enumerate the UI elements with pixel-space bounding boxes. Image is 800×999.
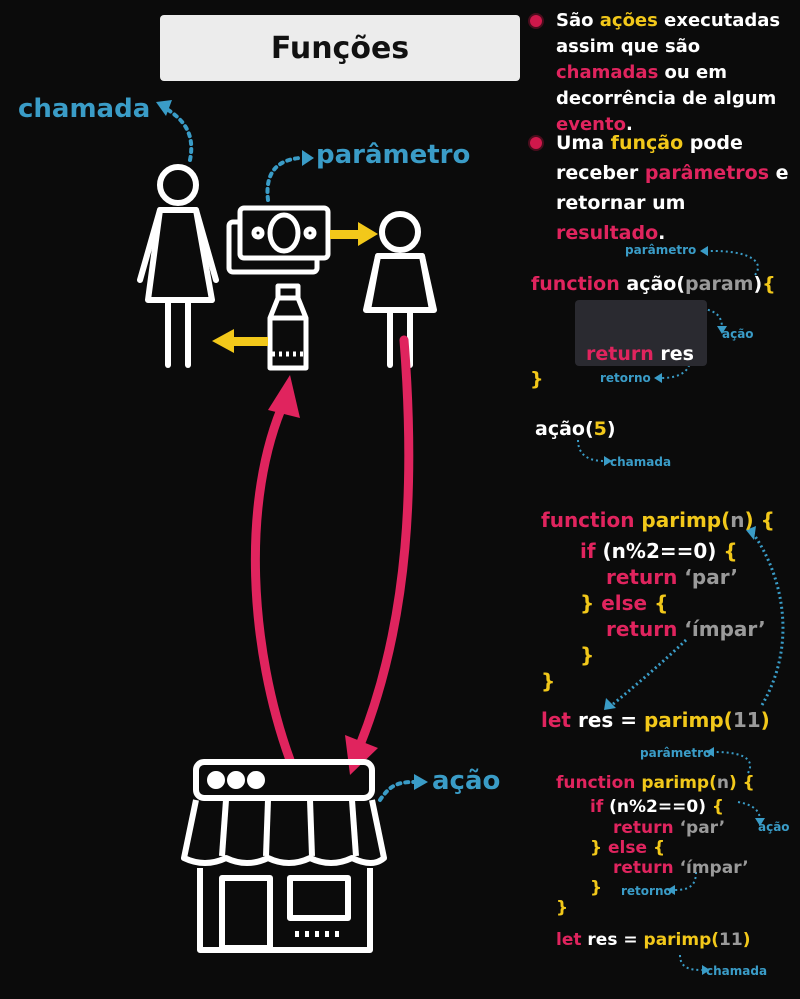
red-arrow-up — [250, 395, 295, 765]
code1-param-annotation: parâmetro — [625, 243, 697, 257]
code3-line6: } — [590, 878, 603, 898]
code3-param-annotation: parâmetro — [640, 746, 712, 760]
blue-arrowhead-parametro — [302, 150, 314, 166]
code1-call: ação(5) — [535, 418, 616, 440]
code1-acao-annotation: ação — [722, 327, 754, 341]
code2-line2: if (n%2==0) { — [580, 539, 738, 563]
code1-param-arrow — [707, 249, 759, 276]
code1-chamada-arrow — [577, 439, 605, 462]
blue-arrowhead-chamada — [156, 100, 172, 116]
code2-line8: let res = parimp(11) — [541, 708, 770, 732]
code3-param-arrow — [713, 751, 751, 774]
parametro-label: parâmetro — [316, 140, 471, 170]
bullet-2: Uma função pode receber parâmetros e ret… — [530, 128, 798, 248]
woman-icon — [137, 164, 219, 368]
yellow-arrow-right — [330, 222, 378, 246]
red-arrowhead-up — [268, 375, 300, 418]
bullet-dot-icon — [530, 15, 542, 27]
code3-chamada-arrow — [679, 954, 703, 971]
bullet-1: São ações executadas assim que são chama… — [530, 8, 798, 138]
bullet-2-text: Uma função pode receber parâmetros e ret… — [556, 132, 789, 244]
code2-line3: return ‘par’ — [606, 565, 739, 589]
store-icon — [181, 759, 387, 953]
code1-retorno-annotation: retorno — [600, 371, 651, 385]
code2-return-arrow — [611, 638, 688, 707]
bullet-dot-icon — [530, 137, 542, 149]
code3-chamada-annotation: chamada — [706, 964, 768, 978]
code3-retorno-annotation: retorno — [621, 884, 672, 898]
code3-line1: function parimp(n) { — [556, 773, 755, 793]
code3-acao-arrow — [737, 801, 761, 821]
bullet-1-text: São ações executadas assim que são chama… — [556, 10, 781, 135]
red-arrow-down — [355, 335, 414, 750]
acao-label: ação — [432, 766, 501, 796]
code1-line3: } — [530, 368, 544, 390]
code3-line7: } — [556, 898, 569, 918]
blue-arrowhead-acao — [414, 774, 428, 790]
code3-line4: } else { — [590, 838, 666, 858]
code1-line1: function ação(param){ — [531, 273, 776, 295]
code1-chamada-annotation: chamada — [610, 455, 672, 469]
code3-line3: return ‘par’ — [613, 818, 726, 838]
code3-line8: let res = parimp(11) — [556, 930, 751, 950]
chamada-label: chamada — [18, 94, 151, 124]
bottle-icon — [267, 283, 309, 371]
code2-line4: } else { — [580, 591, 669, 615]
code2-line5: return ‘ímpar’ — [606, 617, 766, 641]
code1-line2: return res — [586, 343, 694, 365]
code2-line6: } — [580, 643, 595, 667]
code3-acao-annotation: ação — [758, 820, 790, 834]
code3-line5: return ‘ímpar’ — [613, 858, 749, 878]
code3-line2: if (n%2==0) { — [590, 797, 725, 817]
code2-line1: function parimp(n) { — [541, 508, 775, 532]
yellow-arrow-left — [212, 329, 268, 353]
code1-retorno-arrowhead — [654, 373, 662, 383]
money-icon — [226, 205, 331, 275]
code2-line7: } — [541, 669, 556, 693]
